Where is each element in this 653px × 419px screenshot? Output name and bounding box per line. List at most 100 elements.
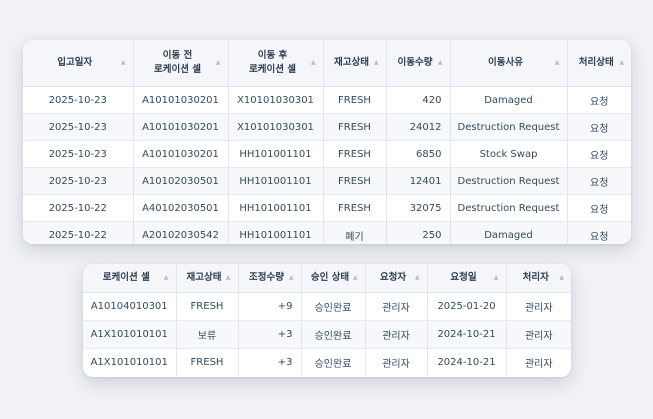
table-cell: FRESH xyxy=(176,348,239,376)
table-cell: +3 xyxy=(238,348,302,376)
stock-adjustment-header: 로케이션 셀 ▲ 재고상태 ▲ 조정수량 ▲ 승인 상태 ▲ 요청자 ▲ 요청일 ▲ 처리자… xyxy=(83,264,571,293)
sort-triangle-icon[interactable]: ▲ xyxy=(415,271,420,285)
table-cell: 요청 xyxy=(567,167,631,195)
table-row[interactable]: A1X101010101 보류 +3 승인완료 관리자 2024-10-21 관리자 xyxy=(83,320,571,349)
table-cell: FRESH xyxy=(323,113,387,141)
table-cell: 관리자 xyxy=(524,359,553,370)
table-cell: 요청 xyxy=(567,221,631,244)
table-cell: 2024-10-21 xyxy=(427,320,507,349)
sort-triangle-icon[interactable]: ▲ xyxy=(164,271,169,285)
table-cell: 요청 xyxy=(567,140,631,168)
sort-triangle-icon[interactable]: ▲ xyxy=(226,271,231,285)
column-header-label: 요청자 xyxy=(379,272,407,283)
column-header-to-cell[interactable]: 이동 후 로케이션 셀 ▲ xyxy=(228,40,324,87)
table-cell: Destruction Request xyxy=(450,113,568,141)
table-cell: Destruction Request xyxy=(450,194,568,222)
column-header-label: 승인 상태 xyxy=(310,272,350,283)
sort-triangle-icon[interactable]: ▲ xyxy=(555,56,560,70)
table-cell: +3 xyxy=(238,320,302,349)
column-header-stock-status[interactable]: 재고상태 ▲ xyxy=(323,40,387,87)
table-cell: HH101001101 xyxy=(228,167,324,195)
column-header-label: 입고일자 xyxy=(57,57,93,68)
column-header-move-reason[interactable]: 이동사유 ▲ xyxy=(450,40,568,87)
table-cell: 관리자 xyxy=(365,348,428,376)
table-cell: HH101001101 xyxy=(228,221,324,244)
table-cell: A1X101010101 xyxy=(83,348,177,376)
table-cell: 요청 xyxy=(567,113,631,141)
column-header-label: 처리상태 xyxy=(578,57,614,68)
table-cell: Damaged xyxy=(450,221,568,244)
table-row[interactable]: 2025-10-22 A40102030501 HH101001101 FRESH 32… xyxy=(23,194,631,222)
table-cell: 보류 xyxy=(176,320,239,349)
sort-triangle-icon[interactable]: ▲ xyxy=(494,271,499,285)
table-cell: 2025-10-23 xyxy=(23,86,134,114)
table-row[interactable]: 2025-10-22 A20102030542 HH101001101 폐기 250 Da… xyxy=(23,221,631,244)
table-cell: A10104010301 xyxy=(83,292,177,321)
column-header-label: 재고상태 xyxy=(186,272,222,283)
table-cell: A10101030201 xyxy=(133,113,229,141)
table-row[interactable]: 2025-10-23 A10101030201 HH101001101 FRESH 68… xyxy=(23,140,631,168)
column-header-label: 이동 후 로케이션 셀 xyxy=(248,50,296,75)
sort-triangle-icon[interactable]: ▲ xyxy=(559,271,564,285)
column-header-adjust-qty[interactable]: 조정수량 ▲ xyxy=(238,264,302,293)
table-cell: A10101030201 xyxy=(133,86,229,114)
stock-transfer-body: 2025-10-23 A10101030201 X10101030301 FRESH 4… xyxy=(23,86,631,244)
table-cell: HH101001101 xyxy=(228,194,324,222)
sort-triangle-icon[interactable]: ▲ xyxy=(121,56,126,70)
column-header-approval-status[interactable]: 승인 상태 ▲ xyxy=(301,264,366,293)
column-header-process-status[interactable]: 처리상태 ▲ xyxy=(567,40,631,87)
column-header-move-qty[interactable]: 이동수량 ▲ xyxy=(386,40,451,87)
table-cell: 관리자 xyxy=(506,320,571,349)
table-cell: HH101001101 xyxy=(228,140,324,168)
stock-transfer-header: 입고일자 ▲ 이동 전 로케이션 셀 ▲ 이동 후 로케이션 셀 ▲ 재고상태 ▲ 이동수량… xyxy=(23,40,631,87)
sort-triangle-icon[interactable]: ▲ xyxy=(311,56,316,70)
column-header-location-cell[interactable]: 로케이션 셀 ▲ xyxy=(83,264,177,293)
table-cell: A1X101010101 xyxy=(83,320,177,349)
table-cell: Destruction Request xyxy=(450,167,568,195)
table-cell: 승인완료 xyxy=(301,320,366,349)
sort-triangle-icon[interactable]: ▲ xyxy=(216,56,221,70)
table-row[interactable]: 2025-10-23 A10101030201 X10101030301 FRESH 2… xyxy=(23,113,631,141)
stock-adjustment-table: 로케이션 셀 ▲ 재고상태 ▲ 조정수량 ▲ 승인 상태 ▲ 요청자 ▲ 요청일 ▲ 처리자… xyxy=(83,264,571,376)
table-cell: 2025-01-20 xyxy=(427,292,507,321)
table-cell: A10101030201 xyxy=(133,140,229,168)
table-cell: Damaged xyxy=(450,86,568,114)
column-header-inbound-date[interactable]: 입고일자 ▲ xyxy=(23,40,134,87)
table-cell: Stock Swap xyxy=(450,140,568,168)
header-row: 로케이션 셀 ▲ 재고상태 ▲ 조정수량 ▲ 승인 상태 ▲ 요청자 ▲ 요청일 ▲ 처리자… xyxy=(83,264,571,293)
table-row[interactable]: A10104010301 FRESH +9 승인완료 관리자 2025-01-20 관리자 xyxy=(83,292,571,321)
table-cell: FRESH xyxy=(323,167,387,195)
table-row[interactable]: 2025-10-23 A10102030501 HH101001101 FRESH 12… xyxy=(23,167,631,195)
column-header-from-cell[interactable]: 이동 전 로케이션 셀 ▲ xyxy=(133,40,229,87)
table-cell: 관리자 xyxy=(365,292,428,321)
sort-triangle-icon[interactable]: ▲ xyxy=(353,271,358,285)
table-row[interactable]: 2025-10-23 A10101030201 X10101030301 FRESH 4… xyxy=(23,86,631,114)
column-header-label: 처리자 xyxy=(522,272,549,283)
table-cell: 12401 xyxy=(386,167,451,195)
table-cell: 420 xyxy=(386,86,451,114)
table-cell: 요청 xyxy=(567,86,631,114)
table-cell: FRESH xyxy=(323,140,387,168)
column-header-label: 로케이션 셀 xyxy=(102,272,150,283)
table-cell: 2025-10-22 xyxy=(23,221,134,244)
sort-triangle-icon[interactable]: ▲ xyxy=(374,56,379,70)
column-header-request-date[interactable]: 요청일 ▲ xyxy=(427,264,507,293)
sort-triangle-icon[interactable]: ▲ xyxy=(289,271,294,285)
sort-triangle-icon[interactable]: ▲ xyxy=(438,56,443,70)
table-cell: X10101030301 xyxy=(228,86,324,114)
column-header-requester[interactable]: 요청자 ▲ xyxy=(365,264,428,293)
table-row[interactable]: A1X101010101 FRESH +3 승인완료 관리자 2024-10-21 관리자 xyxy=(83,348,571,376)
table-cell: 2024-10-21 xyxy=(427,348,507,376)
column-header-stock-status[interactable]: 재고상태 ▲ xyxy=(176,264,239,293)
table-cell: 요청 xyxy=(567,194,631,222)
table-cell: 32075 xyxy=(386,194,451,222)
column-header-label: 이동 전 로케이션 셀 xyxy=(153,50,201,75)
sort-triangle-icon[interactable]: ▲ xyxy=(619,56,624,70)
table-cell: 6850 xyxy=(386,140,451,168)
table-cell: A10102030501 xyxy=(133,167,229,195)
table-cell: 관리자 xyxy=(506,292,571,321)
table-cell: 2025-10-23 xyxy=(23,113,134,141)
table-cell: 24012 xyxy=(386,113,451,141)
column-header-processor[interactable]: 처리자 ▲ xyxy=(506,264,571,293)
stock-transfer-table: 입고일자 ▲ 이동 전 로케이션 셀 ▲ 이동 후 로케이션 셀 ▲ 재고상태 ▲ 이동수량… xyxy=(23,40,631,244)
